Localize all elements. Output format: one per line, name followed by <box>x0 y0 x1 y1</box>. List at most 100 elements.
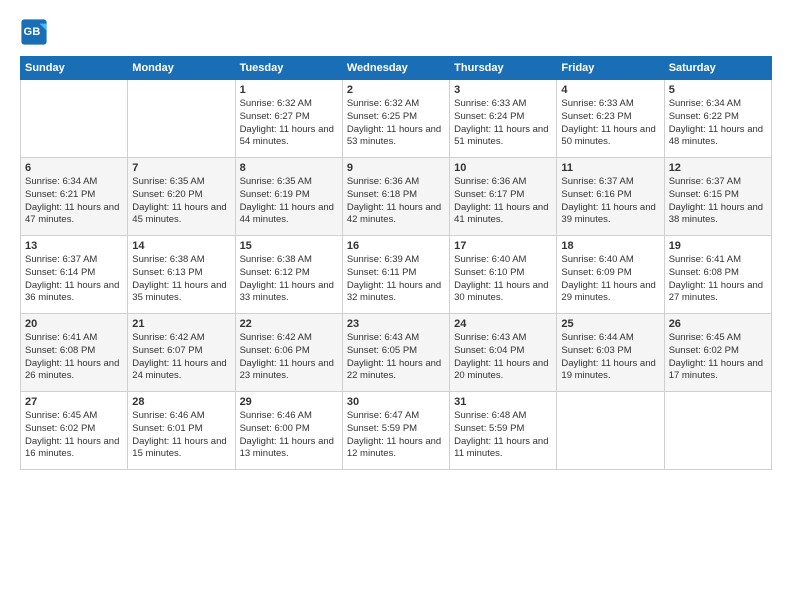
day-number: 4 <box>561 84 659 96</box>
calendar-cell: 19 Sunrise: 6:41 AMSunset: 6:08 PMDayligh… <box>664 236 771 314</box>
calendar-cell: 31Sunrise: 6:48 AMSunset: 5:59 PMDayligh… <box>450 392 557 470</box>
day-number: 17 <box>454 240 552 252</box>
day-number: 29 <box>240 396 338 408</box>
calendar-cell: 14Sunrise: 6:38 AMSunset: 6:13 PMDayligh… <box>128 236 235 314</box>
sunrise-text: Sunrise: 6:34 AM <box>25 176 97 187</box>
week-row-2: 6Sunrise: 6:34 AMSunset: 6:21 PMDaylight… <box>21 158 772 236</box>
calendar-cell: 24Sunrise: 6:43 AMSunset: 6:04 PMDayligh… <box>450 314 557 392</box>
calendar-cell: 15Sunrise: 6:38 AMSunset: 6:12 PMDayligh… <box>235 236 342 314</box>
sunrise-text: Sunrise: 6:36 AM <box>347 176 419 187</box>
weekday-header-sunday: Sunday <box>21 57 128 80</box>
sunrise-text: Sunrise: 6:35 AM <box>240 176 312 187</box>
sunrise-text: Sunrise: 6:48 AM <box>454 410 526 421</box>
week-row-3: 13Sunrise: 6:37 AMSunset: 6:14 PMDayligh… <box>21 236 772 314</box>
daylight-text: Daylight: 11 hours and 41 minutes. <box>454 202 548 226</box>
daylight-text: Daylight: 11 hours and 19 minutes. <box>561 358 655 382</box>
sunrise-text: Sunrise: 6:37 AM <box>25 254 97 265</box>
daylight-text: Daylight: 11 hours and 26 minutes. <box>25 358 119 382</box>
day-info: Sunrise: 6:45 AMSunset: 6:02 PMDaylight:… <box>669 332 767 383</box>
week-row-1: 1Sunrise: 6:32 AMSunset: 6:27 PMDaylight… <box>21 80 772 158</box>
logo-icon: GB <box>20 18 48 46</box>
sunset-text: Sunset: 6:01 PM <box>132 423 202 434</box>
day-number: 28 <box>132 396 230 408</box>
calendar-cell: 16Sunrise: 6:39 AMSunset: 6:11 PMDayligh… <box>342 236 449 314</box>
day-number: 12 <box>669 162 767 174</box>
day-info: Sunrise: 6:46 AMSunset: 6:00 PMDaylight:… <box>240 410 338 461</box>
calendar-cell: 26Sunrise: 6:45 AMSunset: 6:02 PMDayligh… <box>664 314 771 392</box>
daylight-text: Daylight: 11 hours and 23 minutes. <box>240 358 334 382</box>
day-number: 22 <box>240 318 338 330</box>
day-info: Sunrise: 6:41 AMSunset: 6:08 PMDaylight:… <box>669 254 767 305</box>
sunset-text: Sunset: 6:23 PM <box>561 111 631 122</box>
day-info: Sunrise: 6:43 AMSunset: 6:04 PMDaylight:… <box>454 332 552 383</box>
daylight-text: Daylight: 11 hours and 48 minutes. <box>669 124 763 148</box>
day-info: Sunrise: 6:41 AMSunset: 6:08 PMDaylight:… <box>25 332 123 383</box>
day-number: 19 <box>669 240 767 252</box>
day-info: Sunrise: 6:35 AMSunset: 6:20 PMDaylight:… <box>132 176 230 227</box>
day-info: Sunrise: 6:35 AMSunset: 6:19 PMDaylight:… <box>240 176 338 227</box>
daylight-text: Daylight: 11 hours and 20 minutes. <box>454 358 548 382</box>
calendar-cell: 18Sunrise: 6:40 AMSunset: 6:09 PMDayligh… <box>557 236 664 314</box>
calendar-cell <box>664 392 771 470</box>
sunset-text: Sunset: 6:02 PM <box>25 423 95 434</box>
sunset-text: Sunset: 6:16 PM <box>561 189 631 200</box>
daylight-text: Daylight: 11 hours and 44 minutes. <box>240 202 334 226</box>
sunset-text: Sunset: 6:02 PM <box>669 345 739 356</box>
calendar-cell: 22 Sunrise: 6:42 AM Sunset: 6:06 PM Dayligh… <box>235 314 342 392</box>
sunrise-text: Sunrise: 6:42 AM <box>240 332 312 343</box>
calendar-cell: 21Sunrise: 6:42 AMSunset: 6:07 PMDayligh… <box>128 314 235 392</box>
day-info: Sunrise: 6:42 AM Sunset: 6:06 PM Daylight:… <box>240 332 338 383</box>
sunrise-text: Sunrise: 6:41 AM <box>25 332 97 343</box>
calendar-cell: 23Sunrise: 6:43 AMSunset: 6:05 PMDayligh… <box>342 314 449 392</box>
daylight-text: Daylight: 11 hours and 51 minutes. <box>454 124 548 148</box>
day-info: Sunrise: 6:46 AMSunset: 6:01 PMDaylight:… <box>132 410 230 461</box>
day-info: Sunrise: 6:40 AMSunset: 6:10 PMDaylight:… <box>454 254 552 305</box>
sunrise-text: Sunrise: 6:33 AM <box>561 98 633 109</box>
sunset-text: Sunset: 5:59 PM <box>454 423 524 434</box>
day-info: Sunrise: 6:36 AMSunset: 6:18 PMDaylight:… <box>347 176 445 227</box>
weekday-header-monday: Monday <box>128 57 235 80</box>
calendar-cell: 28Sunrise: 6:46 AMSunset: 6:01 PMDayligh… <box>128 392 235 470</box>
weekday-header-thursday: Thursday <box>450 57 557 80</box>
sunset-text: Sunset: 6:18 PM <box>347 189 417 200</box>
calendar-cell: 1Sunrise: 6:32 AMSunset: 6:27 PMDaylight… <box>235 80 342 158</box>
sunrise-text: Sunrise: 6:45 AM <box>25 410 97 421</box>
day-number: 8 <box>240 162 338 174</box>
sunset-text: Sunset: 6:04 PM <box>454 345 524 356</box>
daylight-text: Daylight: 11 hours and 24 minutes. <box>132 358 226 382</box>
day-info: Sunrise: 6:33 AMSunset: 6:24 PMDaylight:… <box>454 98 552 149</box>
weekday-header-friday: Friday <box>557 57 664 80</box>
sunset-text: Sunset: 6:06 PM <box>240 345 310 356</box>
sunrise-text: Sunrise: 6:46 AM <box>132 410 204 421</box>
sunrise-text: Sunrise: 6:37 AM <box>561 176 633 187</box>
sunset-text: Sunset: 6:22 PM <box>669 111 739 122</box>
svg-text:GB: GB <box>24 26 41 38</box>
calendar-cell: 8 Sunrise: 6:35 AMSunset: 6:19 PMDaylight… <box>235 158 342 236</box>
calendar-cell: 30Sunrise: 6:47 AMSunset: 5:59 PMDayligh… <box>342 392 449 470</box>
daylight-text: Daylight: 11 hours and 30 minutes. <box>454 280 548 304</box>
sunset-text: Sunset: 6:08 PM <box>669 267 739 278</box>
day-info: Sunrise: 6:43 AMSunset: 6:05 PMDaylight:… <box>347 332 445 383</box>
calendar-cell: 29 Sunrise: 6:46 AMSunset: 6:00 PMDayligh… <box>235 392 342 470</box>
sunrise-text: Sunrise: 6:44 AM <box>561 332 633 343</box>
daylight-text: Daylight: 11 hours and 29 minutes. <box>561 280 655 304</box>
sunrise-text: Sunrise: 6:40 AM <box>561 254 633 265</box>
day-info: Sunrise: 6:44 AMSunset: 6:03 PMDaylight:… <box>561 332 659 383</box>
sunrise-text: Sunrise: 6:35 AM <box>132 176 204 187</box>
day-number: 7 <box>132 162 230 174</box>
day-info: Sunrise: 6:42 AMSunset: 6:07 PMDaylight:… <box>132 332 230 383</box>
daylight-text: Daylight: 11 hours and 38 minutes. <box>669 202 763 226</box>
day-number: 16 <box>347 240 445 252</box>
day-info: Sunrise: 6:32 AMSunset: 6:25 PMDaylight:… <box>347 98 445 149</box>
calendar-cell: 13Sunrise: 6:37 AMSunset: 6:14 PMDayligh… <box>21 236 128 314</box>
calendar-cell: 27Sunrise: 6:45 AMSunset: 6:02 PMDayligh… <box>21 392 128 470</box>
sunrise-text: Sunrise: 6:40 AM <box>454 254 526 265</box>
sunset-text: Sunset: 6:21 PM <box>25 189 95 200</box>
day-number: 30 <box>347 396 445 408</box>
day-number: 2 <box>347 84 445 96</box>
sunset-text: Sunset: 6:25 PM <box>347 111 417 122</box>
daylight-text: Daylight: 11 hours and 22 minutes. <box>347 358 441 382</box>
day-number: 14 <box>132 240 230 252</box>
sunset-text: Sunset: 6:20 PM <box>132 189 202 200</box>
sunset-text: Sunset: 6:13 PM <box>132 267 202 278</box>
